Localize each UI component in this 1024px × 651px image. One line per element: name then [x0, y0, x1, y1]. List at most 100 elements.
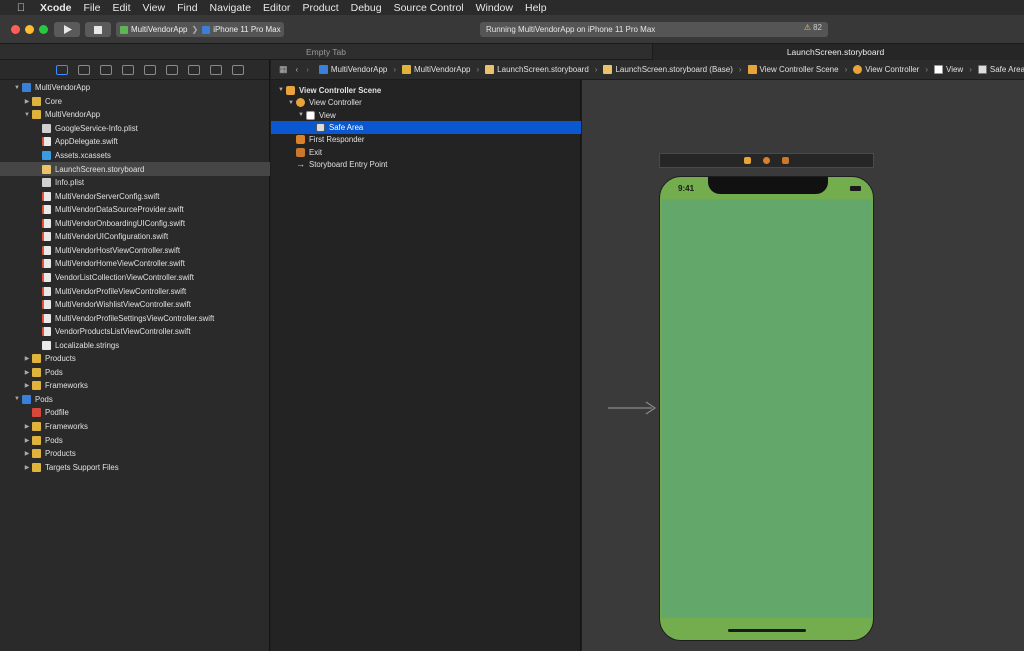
apple-icon[interactable]: : [14, 2, 28, 14]
breadcrumb-view-controller[interactable]: View Controller: [853, 65, 919, 74]
navigator-row[interactable]: ▶ Pods: [0, 366, 270, 380]
stop-button[interactable]: [85, 22, 111, 37]
navigator-row[interactable]: LaunchScreen.storyboard: [0, 162, 270, 176]
source-control-navigator-icon[interactable]: [77, 64, 90, 75]
storyboard-canvas[interactable]: 9:41: [582, 80, 1024, 651]
navigator-row[interactable]: MultiVendorUIConfiguration.swift: [0, 230, 270, 244]
outline-row[interactable]: Exit: [271, 146, 581, 159]
menu-window[interactable]: Window: [476, 2, 513, 14]
first-responder-icon[interactable]: [763, 157, 770, 164]
breadcrumb-storyboard-base[interactable]: LaunchScreen.storyboard (Base): [603, 65, 733, 74]
launch-screen-preview[interactable]: 9:41: [659, 176, 874, 641]
menu-editor[interactable]: Editor: [263, 2, 290, 14]
navigator-row[interactable]: VendorProductsListViewController.swift: [0, 325, 270, 339]
breadcrumb-view[interactable]: View: [934, 65, 963, 74]
navigator-row[interactable]: MultiVendorHostViewController.swift: [0, 244, 270, 258]
disclosure-closed-icon[interactable]: ▶: [22, 464, 32, 471]
menu-edit[interactable]: Edit: [112, 2, 130, 14]
safe-area[interactable]: [661, 199, 872, 618]
navigator-row[interactable]: ▼ Pods: [0, 393, 270, 407]
navigator-selector-bar: [0, 60, 269, 80]
navigator-row[interactable]: MultiVendorHomeViewController.swift: [0, 257, 270, 271]
disclosure-closed-icon[interactable]: ▶: [22, 369, 32, 376]
back-arrow-icon[interactable]: ‹: [296, 65, 299, 74]
navigator-row[interactable]: Podfile: [0, 406, 270, 420]
project-navigator-icon[interactable]: [55, 64, 68, 75]
navigator-row[interactable]: AppDelegate.swift: [0, 135, 270, 149]
menu-file[interactable]: File: [84, 2, 101, 14]
disclosure-open-icon[interactable]: ▼: [22, 112, 32, 118]
navigator-row[interactable]: MultiVendorServerConfig.swift: [0, 189, 270, 203]
tab-launchscreen-storyboard[interactable]: LaunchScreen.storyboard: [653, 44, 1024, 60]
navigator-row[interactable]: MultiVendorProfileSettingsViewController…: [0, 311, 270, 325]
navigator-row[interactable]: VendorListCollectionViewController.swift: [0, 271, 270, 285]
navigator-row[interactable]: ▶ Frameworks: [0, 379, 270, 393]
view-controller-icon[interactable]: [744, 157, 751, 164]
related-items-icon[interactable]: ▦: [279, 64, 288, 75]
navigator-row[interactable]: Info.plist: [0, 176, 270, 190]
navigator-row[interactable]: ▶ Products: [0, 352, 270, 366]
outline-row[interactable]: Safe Area: [271, 121, 581, 134]
navigator-row[interactable]: ▶ Core: [0, 95, 270, 109]
navigator-row[interactable]: MultiVendorProfileViewController.swift: [0, 284, 270, 298]
disclosure-open-icon[interactable]: ▼: [12, 396, 22, 402]
menu-debug[interactable]: Debug: [351, 2, 382, 14]
tab-empty[interactable]: Empty Tab: [0, 44, 653, 60]
navigator-row[interactable]: MultiVendorWishlistViewController.swift: [0, 298, 270, 312]
navigator-row[interactable]: ▶ Frameworks: [0, 420, 270, 434]
menu-product[interactable]: Product: [302, 2, 338, 14]
issue-navigator-icon[interactable]: [143, 64, 156, 75]
breakpoint-navigator-icon[interactable]: [209, 64, 222, 75]
navigator-row[interactable]: ▶ Products: [0, 447, 270, 461]
disclosure-closed-icon[interactable]: ▶: [22, 382, 32, 389]
navigator-row[interactable]: GoogleService-Info.plist: [0, 122, 270, 136]
menu-find[interactable]: Find: [177, 2, 197, 14]
scheme-selector[interactable]: MultiVendorApp ❯ iPhone 11 Pro Max: [116, 22, 284, 37]
disclosure-closed-icon[interactable]: ▶: [22, 437, 32, 444]
menu-help[interactable]: Help: [525, 2, 547, 14]
disclosure-open-icon[interactable]: ▼: [286, 100, 296, 106]
disclosure-closed-icon[interactable]: ▶: [22, 423, 32, 430]
exit-icon[interactable]: [782, 157, 789, 164]
navigator-row[interactable]: ▼ MultiVendorApp: [0, 81, 270, 95]
menu-view[interactable]: View: [143, 2, 166, 14]
zoom-window-button[interactable]: [39, 25, 48, 34]
navigator-row[interactable]: ▶ Targets Support Files: [0, 460, 270, 474]
outline-row[interactable]: ▼ View Controller Scene: [271, 84, 581, 97]
close-window-button[interactable]: [11, 25, 20, 34]
breadcrumb-storyboard[interactable]: LaunchScreen.storyboard: [485, 65, 589, 74]
breadcrumb-safe-area[interactable]: Safe Area: [977, 65, 1024, 74]
outline-row[interactable]: → Storyboard Entry Point: [271, 158, 581, 171]
breadcrumb-scene[interactable]: View Controller Scene: [747, 65, 839, 74]
symbol-navigator-icon[interactable]: [99, 64, 112, 75]
navigator-row[interactable]: Localizable.strings: [0, 338, 270, 352]
run-button[interactable]: [54, 22, 80, 37]
warning-indicator[interactable]: ⚠ 82: [804, 23, 822, 32]
menu-xcode[interactable]: Xcode: [40, 2, 72, 14]
outline-row[interactable]: ▼ View: [271, 109, 581, 122]
navigator-row[interactable]: Assets.xcassets: [0, 149, 270, 163]
find-navigator-icon[interactable]: [121, 64, 134, 75]
menu-source-control[interactable]: Source Control: [394, 2, 464, 14]
minimize-window-button[interactable]: [25, 25, 34, 34]
navigator-row[interactable]: MultiVendorDataSourceProvider.swift: [0, 203, 270, 217]
test-navigator-icon[interactable]: [165, 64, 178, 75]
navigator-row[interactable]: MultiVendorOnboardingUIConfig.swift: [0, 217, 270, 231]
breadcrumb-group[interactable]: MultiVendorApp: [402, 65, 471, 74]
disclosure-open-icon[interactable]: ▼: [12, 85, 22, 91]
navigator-row[interactable]: ▼ MultiVendorApp: [0, 108, 270, 122]
disclosure-open-icon[interactable]: ▼: [276, 87, 286, 93]
disclosure-closed-icon[interactable]: ▶: [22, 450, 32, 457]
disclosure-closed-icon[interactable]: ▶: [22, 98, 32, 105]
forward-arrow-icon[interactable]: ›: [306, 65, 309, 74]
navigator-row[interactable]: ▶ Pods: [0, 433, 270, 447]
debug-navigator-icon[interactable]: [187, 64, 200, 75]
report-navigator-icon[interactable]: [231, 64, 244, 75]
outline-row[interactable]: ▼ View Controller: [271, 96, 581, 109]
disclosure-closed-icon[interactable]: ▶: [22, 355, 32, 362]
outline-row[interactable]: First Responder: [271, 134, 581, 147]
breadcrumb-project[interactable]: MultiVendorApp: [318, 65, 387, 74]
storyboard-entry-arrow-icon[interactable]: [608, 401, 658, 415]
menu-navigate[interactable]: Navigate: [210, 2, 251, 14]
disclosure-open-icon[interactable]: ▼: [296, 112, 306, 118]
